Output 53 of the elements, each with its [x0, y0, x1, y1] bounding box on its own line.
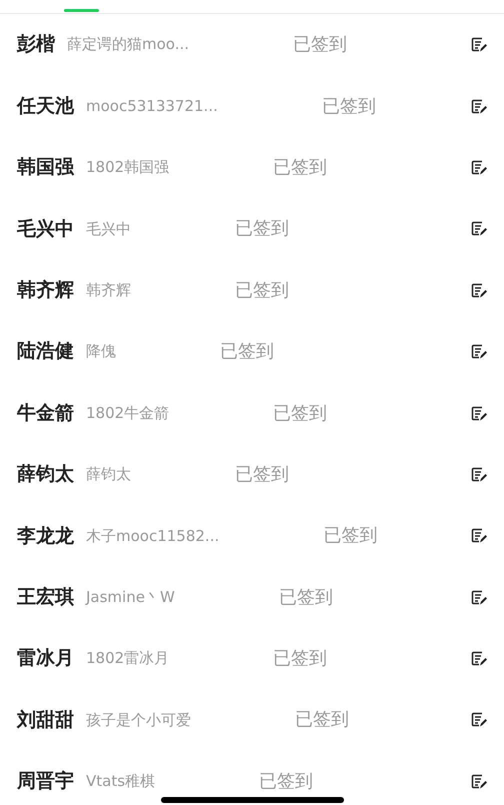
nickname: 1802牛金箭 [86, 402, 170, 424]
edit-icon[interactable] [470, 527, 487, 544]
sign-in-status: 已签到 [273, 156, 328, 180]
nickname: 1802韩国强 [86, 157, 170, 178]
sign-in-status: 已签到 [235, 217, 289, 242]
student-name: 王宏琪 [17, 584, 74, 610]
edit-icon[interactable] [470, 98, 487, 115]
sign-in-status: 已签到 [278, 586, 333, 610]
sign-in-status: 已签到 [220, 340, 274, 364]
nickname: Jasmine丶W [86, 586, 175, 608]
nickname: Vtats稚棋 [86, 771, 156, 792]
nickname: 孩子是个小可爱 [86, 710, 191, 731]
sign-in-status: 已签到 [259, 770, 314, 794]
edit-icon[interactable] [470, 343, 487, 360]
edit-icon[interactable] [470, 282, 487, 299]
edit-icon[interactable] [470, 404, 487, 422]
edit-icon[interactable] [470, 220, 487, 238]
edit-icon[interactable] [470, 466, 487, 483]
edit-icon[interactable] [470, 711, 487, 728]
edit-icon[interactable] [470, 158, 487, 176]
student-name: 彭楷 [17, 32, 55, 58]
nickname: 木子mooc11582... [86, 526, 220, 547]
sign-in-status: 已签到 [293, 33, 348, 58]
student-name: 毛兴中 [17, 216, 74, 242]
student-name: 李龙龙 [17, 524, 74, 549]
sign-in-status: 已签到 [322, 94, 376, 119]
nickname: 韩齐辉 [86, 280, 131, 301]
student-name: 周晋宇 [17, 769, 74, 794]
student-name: 韩国强 [17, 155, 74, 180]
nickname: 毛兴中 [86, 218, 131, 240]
edit-icon[interactable] [470, 588, 487, 606]
edit-icon[interactable] [470, 650, 487, 668]
nickname: 薛钧太 [86, 464, 131, 486]
nickname: 1802雷冰月 [86, 648, 170, 670]
sign-in-status: 已签到 [273, 647, 328, 672]
edit-icon[interactable] [470, 36, 487, 54]
student-name: 刘甜甜 [17, 708, 74, 733]
tab-indicator [64, 9, 99, 12]
nickname: mooc53133721... [86, 96, 218, 117]
student-name: 韩齐辉 [17, 278, 74, 303]
sign-in-status: 已签到 [295, 708, 349, 732]
student-name: 任天池 [17, 94, 74, 119]
edit-icon[interactable] [470, 772, 487, 790]
student-name: 牛金箭 [17, 400, 74, 426]
student-name: 薛钧太 [17, 462, 74, 488]
sign-in-status: 已签到 [323, 524, 378, 548]
student-name: 陆浩健 [17, 339, 74, 364]
sign-in-status: 已签到 [235, 462, 289, 487]
sign-in-status: 已签到 [235, 278, 289, 303]
sign-in-status: 已签到 [273, 402, 328, 426]
nickname: 降傀 [86, 341, 116, 362]
student-name: 雷冰月 [17, 646, 74, 672]
nickname: 薛定谔的猫moo... [67, 34, 190, 56]
